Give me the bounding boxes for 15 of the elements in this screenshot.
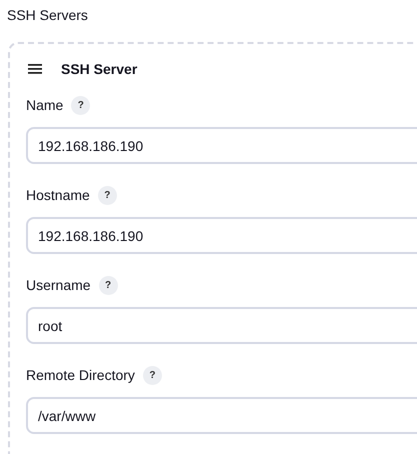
help-icon[interactable]: ? — [98, 186, 117, 204]
text-input[interactable]: 192.168.186.190 — [26, 127, 417, 164]
help-icon[interactable]: ? — [71, 96, 90, 114]
drag-handle-icon[interactable] — [28, 64, 42, 74]
section-title: SSH Servers — [7, 6, 89, 25]
field-label: Remote Directory — [26, 367, 135, 383]
text-input[interactable]: /var/www — [26, 397, 417, 434]
card-title: SSH Server — [61, 61, 138, 77]
field-label: Username — [26, 277, 91, 293]
help-icon[interactable]: ? — [98, 276, 118, 294]
text-input[interactable]: root — [26, 307, 417, 344]
help-icon[interactable]: ? — [142, 366, 162, 384]
field-label: Name — [26, 97, 64, 113]
field-label: Hostname — [26, 187, 90, 203]
text-input[interactable]: 192.168.186.190 — [26, 217, 417, 254]
